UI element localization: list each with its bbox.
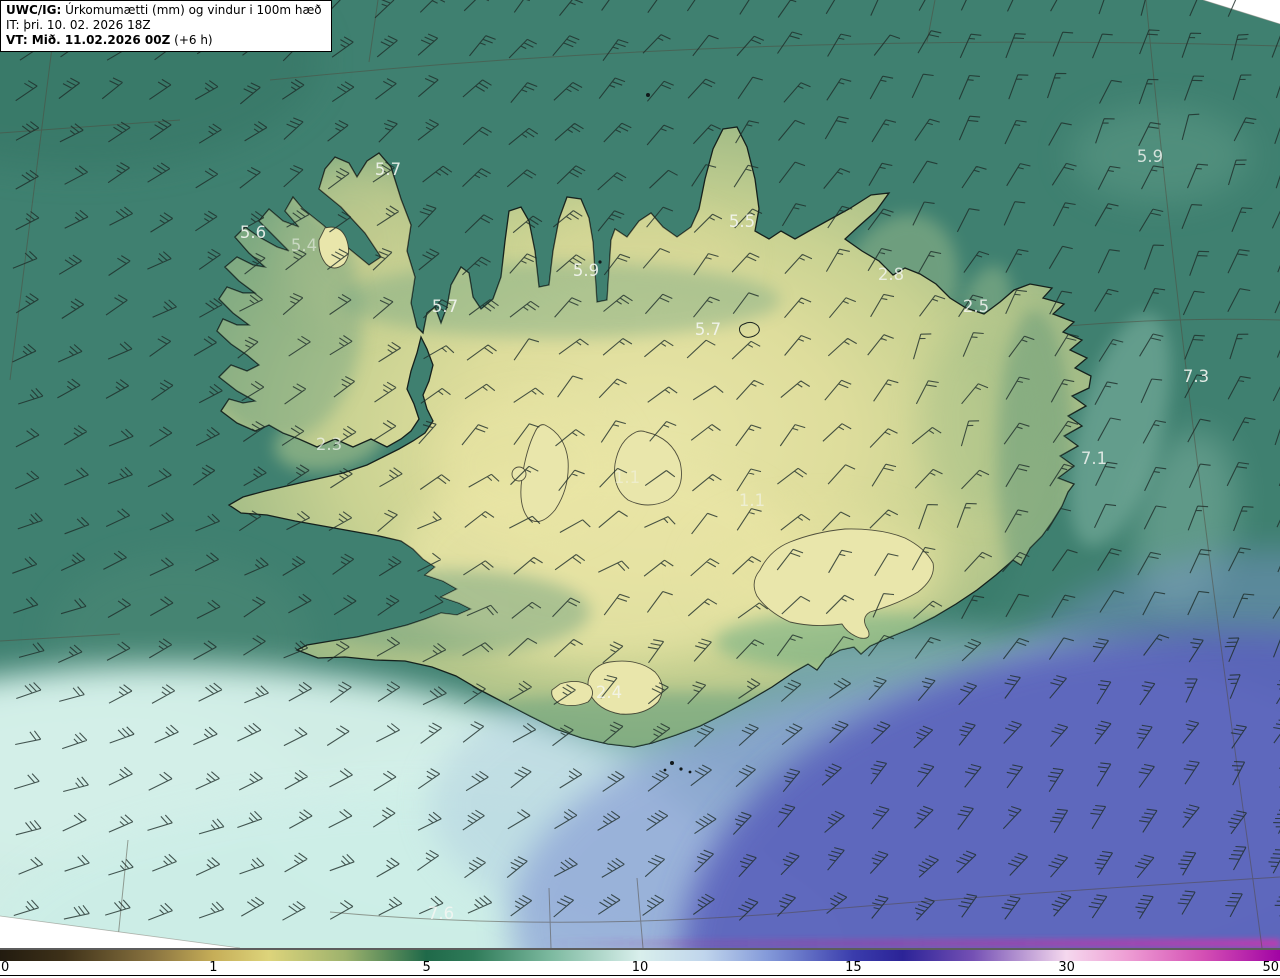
precip-value-label: 7.3 xyxy=(1183,367,1209,386)
colorbar-tick-label: 10 xyxy=(631,960,649,975)
valid-time: VT: Mið. 11.02.2026 00Z (+6 h) xyxy=(6,33,213,47)
map-title-box: UWC/IG: Úrkomumætti (mm) og vindur i 100… xyxy=(0,0,332,52)
precip-value-label: 7.1 xyxy=(1081,449,1107,468)
precip-value-label: 5.9 xyxy=(1137,147,1163,166)
precip-value-label: 2.8 xyxy=(878,265,904,284)
colorbar-tick-label: 0 xyxy=(1,960,10,975)
forecast-map: 5.7 5.6 5.4 5.7 5.9 5.5 5.7 2.8 2.5 5.9 7.3 7.1 2.3 1… xyxy=(0,0,1280,948)
precip-value-label: 1.1 xyxy=(614,468,640,487)
precip-value-label: 5.5 xyxy=(729,212,755,231)
precip-value-label: 7.6 xyxy=(428,904,454,923)
precip-value-label: 2.5 xyxy=(963,297,989,316)
weather-map-app: 5.7 5.6 5.4 5.7 5.9 5.5 5.7 2.8 2.5 5.9 7.3 7.1 2.3 1… xyxy=(0,0,1280,978)
colorbar-tick-label: 5 xyxy=(422,960,431,975)
colorbar: 0 1 5 10 15 30 50 xyxy=(0,948,1280,978)
precip-value-label: 5.4 xyxy=(291,236,317,255)
product-code: UWC/IG: xyxy=(6,3,62,17)
precip-value-label: 5.7 xyxy=(695,320,721,339)
precip-value-label: 5.6 xyxy=(240,223,266,242)
precip-value-label: 5.7 xyxy=(375,160,401,179)
precip-value-label: 1.1 xyxy=(739,491,765,510)
precip-value-label: 5.9 xyxy=(573,261,599,280)
colorbar-tick-label: 15 xyxy=(845,960,862,975)
colorbar-tick-labels: 0 1 5 10 15 30 50 xyxy=(0,961,1280,976)
precip-value-label: 5.7 xyxy=(432,297,458,316)
init-time: IT: þri. 10. 02. 2026 18Z xyxy=(6,18,151,32)
product-title: UWC/IG: Úrkomumætti (mm) og vindur i 100… xyxy=(6,3,322,17)
precip-value-label: 2.4 xyxy=(596,683,622,702)
precip-value-label: 2.3 xyxy=(316,435,342,454)
colorbar-tick-label: 50 xyxy=(1262,960,1279,975)
colorbar-tick-label: 30 xyxy=(1058,960,1075,975)
colorbar-tick-label: 1 xyxy=(209,960,218,975)
